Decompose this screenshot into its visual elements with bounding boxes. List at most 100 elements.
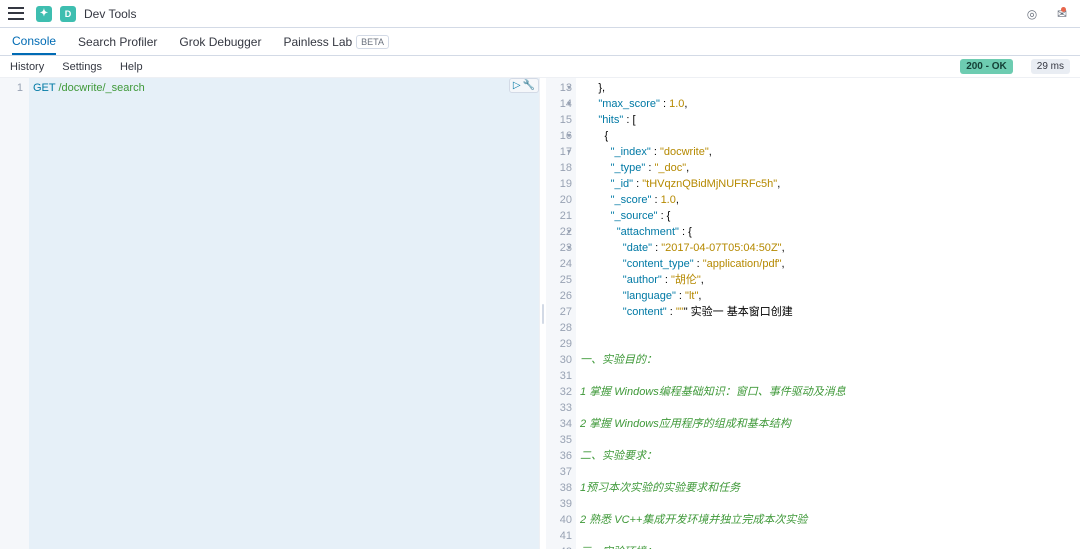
response-line: }, (580, 80, 1076, 96)
response-line: "language" : "lt", (580, 288, 1076, 304)
line-number: 29 (546, 336, 572, 352)
status-badge: 200 - OK (960, 59, 1013, 74)
line-number: 15 (546, 112, 572, 128)
response-line: 2 掌握 Windows应用程序的组成和基本结构 (580, 416, 1076, 432)
line-number: 14▾ (546, 96, 572, 112)
tab-search-profiler[interactable]: Search Profiler (78, 28, 157, 55)
line-number: 23▾ (546, 240, 572, 256)
play-icon[interactable]: ▷ (513, 80, 521, 91)
line-number: 37 (546, 464, 572, 480)
line-number: 17▾ (546, 144, 572, 160)
line-number: 27 (546, 304, 572, 320)
history-link[interactable]: History (10, 61, 44, 73)
line-number: 40 (546, 512, 572, 528)
request-editor[interactable]: GET /docwrite/_search (29, 78, 539, 549)
elastic-logo-icon[interactable]: ✦ (36, 6, 52, 22)
response-line: 二、实验要求： (580, 448, 1076, 464)
response-line: 1 掌握 Windows编程基础知识：窗口、事件驱动及消息 (580, 384, 1076, 400)
response-line: "date" : "2017-04-07T05:04:50Z", (580, 240, 1076, 256)
response-line: "max_score" : 1.0, (580, 96, 1076, 112)
line-number: 41 (546, 528, 572, 544)
fold-icon[interactable]: ▾ (567, 96, 571, 112)
response-line: 1预习本次实验的实验要求和任务 (580, 480, 1076, 496)
line-number: 24 (546, 256, 572, 272)
wrench-icon[interactable]: 🔧 (523, 80, 535, 91)
fold-icon[interactable]: ▾ (567, 80, 571, 96)
response-pane: 13▾14▾1516▾17▾1819202122▾23▾242526272829… (546, 78, 1080, 549)
line-number: 21 (546, 208, 572, 224)
line-number: 32 (546, 384, 572, 400)
tab-console[interactable]: Console (12, 28, 56, 55)
hamburger-icon[interactable] (8, 6, 24, 22)
response-line: 一、实验目的： (580, 352, 1076, 368)
line-number: 31 (546, 368, 572, 384)
response-line: 2 熟悉 VC++集成开发环境并独立完成本次实验 (580, 512, 1076, 528)
response-line: "_id" : "tHVqznQBidMjNUFRFc5h", (580, 176, 1076, 192)
tabs-bar: Console Search Profiler Grok Debugger Pa… (0, 28, 1080, 56)
tab-grok-debugger[interactable]: Grok Debugger (179, 28, 261, 55)
response-line (580, 400, 1076, 416)
line-number: 26 (546, 288, 572, 304)
line-number: 25 (546, 272, 572, 288)
response-line (580, 496, 1076, 512)
request-pane: 1 GET /docwrite/_search ▷ 🔧 (0, 78, 540, 549)
line-number: 13▾ (546, 80, 572, 96)
response-line: "author" : "胡伦", (580, 272, 1076, 288)
response-line: "attachment" : { (580, 224, 1076, 240)
response-line (580, 528, 1076, 544)
main-split: 1 GET /docwrite/_search ▷ 🔧 13▾14▾1516▾1… (0, 78, 1080, 549)
line-number: 20 (546, 192, 572, 208)
line-number: 30 (546, 352, 572, 368)
tab-label: Painless Lab (283, 35, 352, 49)
console-subbar: History Settings Help 200 - OK 29 ms (0, 56, 1080, 78)
beta-badge: BETA (356, 35, 389, 49)
response-line (580, 432, 1076, 448)
request-path: /docwrite/_search (55, 82, 144, 94)
settings-link[interactable]: Settings (62, 61, 102, 73)
top-bar: ✦ D Dev Tools ◎ ✉ (0, 0, 1080, 28)
line-number: 16▾ (546, 128, 572, 144)
line-number: 35 (546, 432, 572, 448)
line-number: 36 (546, 448, 572, 464)
line-number: 33 (546, 400, 572, 416)
tab-painless-lab[interactable]: Painless Lab BETA (283, 28, 389, 55)
response-line (580, 464, 1076, 480)
request-actions: ▷ 🔧 (509, 78, 539, 93)
response-line: "_type" : "_doc", (580, 160, 1076, 176)
line-number: 1 (0, 80, 23, 96)
line-number: 38 (546, 480, 572, 496)
latency-badge: 29 ms (1031, 59, 1070, 74)
response-line (580, 336, 1076, 352)
line-number: 34 (546, 416, 572, 432)
line-number: 19 (546, 176, 572, 192)
fold-icon[interactable]: ▾ (567, 224, 571, 240)
response-line: "_index" : "docwrite", (580, 144, 1076, 160)
request-method: GET (33, 82, 55, 94)
fold-icon[interactable]: ▾ (567, 128, 571, 144)
response-line: "content" : """ 实验一 基本窗口创建 (580, 304, 1076, 320)
notification-dot-icon (1061, 7, 1066, 12)
response-line: "_score" : 1.0, (580, 192, 1076, 208)
newsfeed-icon[interactable]: ◎ (1022, 4, 1042, 24)
response-line: "hits" : [ (580, 112, 1076, 128)
response-viewer[interactable]: }, "max_score" : 1.0, "hits" : [ { "_ind… (576, 78, 1080, 549)
line-number: 28 (546, 320, 572, 336)
response-line: { (580, 128, 1076, 144)
line-number: 22▾ (546, 224, 572, 240)
response-line: 三、实验环境： (580, 544, 1076, 549)
help-link[interactable]: Help (120, 61, 143, 73)
response-line (580, 368, 1076, 384)
line-number: 42 (546, 544, 572, 549)
response-line (580, 320, 1076, 336)
line-number: 18 (546, 160, 572, 176)
mail-icon[interactable]: ✉ (1052, 4, 1072, 24)
response-line: "_source" : { (580, 208, 1076, 224)
line-number: 39 (546, 496, 572, 512)
app-title: Dev Tools (84, 7, 136, 21)
fold-icon[interactable]: ▾ (567, 240, 571, 256)
response-line: "content_type" : "application/pdf", (580, 256, 1076, 272)
request-gutter: 1 (0, 78, 29, 549)
response-gutter: 13▾14▾1516▾17▾1819202122▾23▾242526272829… (546, 78, 576, 549)
app-badge-icon: D (60, 6, 76, 22)
fold-icon[interactable]: ▾ (567, 144, 571, 160)
